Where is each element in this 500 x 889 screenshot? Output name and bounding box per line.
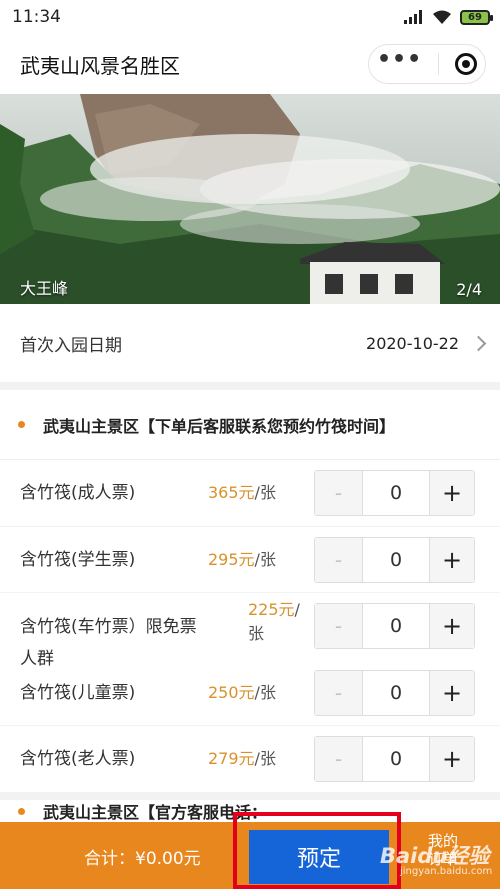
decrement-button[interactable]: - — [315, 737, 363, 781]
entry-date-row[interactable]: 首次入园日期 2020-10-22 — [0, 304, 500, 390]
quantity-value[interactable]: 0 — [363, 615, 429, 637]
price-unit: /张 — [254, 549, 276, 569]
status-bar: 11:34 69 — [0, 0, 500, 34]
decrement-button[interactable]: - — [315, 604, 363, 648]
signal-icon — [404, 10, 422, 24]
wifi-icon — [433, 10, 451, 24]
ticket-row-senior: 含竹筏(老人票) 279元/张 - 0 + — [0, 726, 500, 793]
chevron-right-icon — [470, 335, 487, 351]
price-value: 279元 — [208, 749, 255, 768]
ticket-list: 含竹筏(成人票) 365元/张 - 0 + 含竹筏(学生票) 295元/张 - … — [0, 460, 500, 793]
ticket-name: 含竹筏(成人票) — [20, 483, 136, 503]
price-value: 250元 — [208, 682, 255, 702]
entry-date-value: 2020-10-22 — [366, 333, 459, 353]
bullet-dot-icon — [18, 807, 25, 815]
battery-icon: 69 — [460, 9, 493, 25]
entry-date-label: 首次入园日期 — [20, 335, 122, 356]
quantity-value[interactable]: 0 — [363, 482, 429, 504]
page-title: 武夷山风景名胜区 — [20, 53, 180, 78]
entry-date-selector[interactable]: 2020-10-22 — [366, 333, 487, 353]
price-unit: /张 — [254, 749, 276, 768]
banner-image — [0, 94, 500, 304]
ticket-price: 279元/张 — [208, 746, 276, 772]
section-header: 武夷山主景区【下单后客服联系您预约竹筏时间】 — [0, 390, 500, 460]
my-orders-line2: 订单 — [428, 850, 459, 868]
ticket-row-adult: 含竹筏(成人票) 365元/张 - 0 + — [0, 460, 500, 527]
my-orders-line1: 我的 — [428, 832, 459, 850]
quantity-stepper: - 0 + — [314, 603, 475, 649]
ticket-name: 含竹筏(儿童票) — [20, 682, 136, 703]
price-value: 365元 — [208, 483, 255, 502]
increment-button[interactable]: + — [429, 537, 474, 582]
ticket-row-student: 含竹筏(学生票) 295元/张 - 0 + — [0, 527, 500, 593]
increment-button[interactable]: + — [429, 737, 474, 781]
quantity-stepper: - 0 + — [314, 669, 475, 716]
banner-page-counter: 2/4 — [456, 280, 482, 299]
title-bar: 武夷山风景名胜区 ••• — [0, 34, 500, 94]
increment-button[interactable]: + — [429, 670, 474, 715]
mini-program-capsule: ••• — [368, 44, 486, 84]
quantity-value[interactable]: 0 — [363, 682, 429, 704]
more-dots-icon[interactable]: ••• — [377, 49, 422, 71]
ticket-name: 含竹筏(车竹票）限免票 — [20, 617, 197, 637]
decrement-button[interactable]: - — [315, 537, 363, 582]
quantity-stepper: - 0 + — [314, 736, 475, 782]
bullet-dot-icon — [18, 421, 25, 428]
price-unit: /张 — [254, 682, 276, 702]
quantity-value[interactable]: 0 — [363, 748, 429, 770]
price-value: 225元 — [248, 600, 295, 619]
increment-button[interactable]: + — [429, 604, 474, 648]
quantity-value[interactable]: 0 — [363, 549, 429, 571]
price-unit: / — [294, 600, 300, 619]
decrement-button[interactable]: - — [315, 670, 363, 715]
ticket-row-bamboo: 含竹筏(车竹票）限免票 人群 225元/ 张 - 0 + — [0, 593, 500, 669]
price-unit: /张 — [254, 483, 276, 502]
ticket-row-child: 含竹筏(儿童票) 250元/张 - 0 + — [0, 660, 500, 726]
ticket-price: 295元/张 — [208, 547, 276, 573]
my-orders-link[interactable]: 我的 订单 — [428, 832, 458, 868]
price-value: 295元 — [208, 549, 255, 569]
status-icons: 69 — [404, 9, 493, 25]
ticket-name: 含竹筏(学生票) — [20, 549, 136, 570]
price-unit-line2: 张 — [248, 624, 265, 643]
banner-carousel[interactable]: 大王峰 2/4 — [0, 94, 500, 304]
ticket-price: 225元/ — [248, 597, 300, 623]
ticket-price: 365元/张 — [208, 480, 276, 506]
status-time: 11:34 — [12, 7, 61, 27]
banner-caption: 大王峰 — [20, 279, 69, 298]
capsule-divider — [438, 53, 440, 75]
ticket-name: 含竹筏(老人票) — [20, 749, 136, 769]
book-button[interactable]: 预定 — [249, 830, 389, 884]
highlight-box: 预定 — [233, 812, 401, 889]
target-icon[interactable] — [455, 53, 478, 75]
section-title: 武夷山主景区【下单后客服联系您预约竹筏时间】 — [43, 416, 396, 436]
quantity-stepper: - 0 + — [314, 536, 475, 583]
order-total: 合计：¥0.00元 — [84, 849, 201, 869]
increment-button[interactable]: + — [429, 471, 474, 515]
decrement-button[interactable]: - — [315, 471, 363, 515]
quantity-stepper: - 0 + — [314, 470, 475, 516]
ticket-price: 250元/张 — [208, 680, 276, 706]
